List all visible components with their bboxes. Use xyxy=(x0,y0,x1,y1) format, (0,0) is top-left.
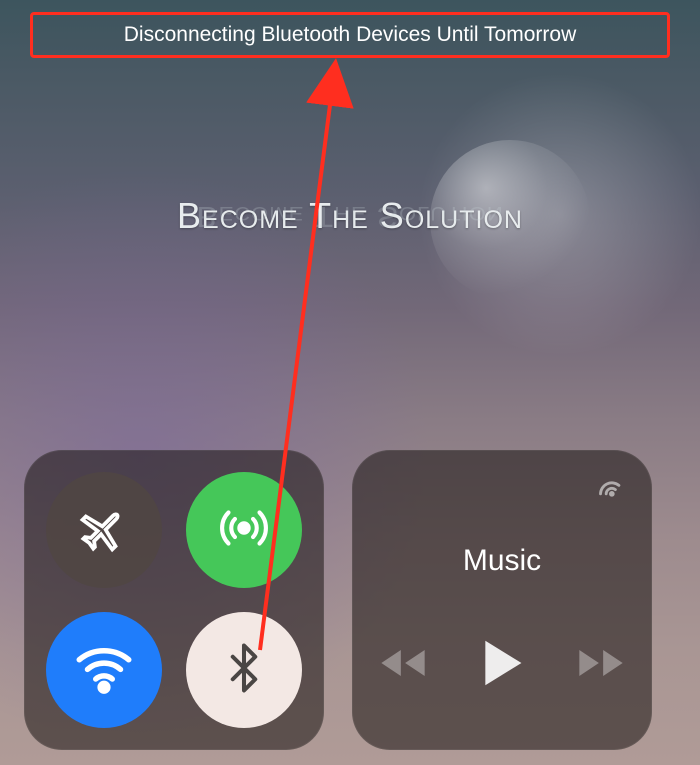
rewind-icon xyxy=(377,643,429,688)
wifi-icon xyxy=(71,635,137,706)
forward-button[interactable] xyxy=(575,643,627,688)
airplay-icon[interactable] xyxy=(592,474,626,513)
cellular-data-toggle[interactable] xyxy=(186,472,302,588)
connectivity-tile[interactable] xyxy=(24,450,324,750)
rewind-button[interactable] xyxy=(377,643,429,688)
play-icon xyxy=(479,638,525,693)
forward-icon xyxy=(575,643,627,688)
airplane-icon xyxy=(76,500,132,561)
bluetooth-toggle[interactable] xyxy=(186,612,302,728)
status-banner-text: Disconnecting Bluetooth Devices Until To… xyxy=(124,23,576,47)
status-banner: Disconnecting Bluetooth Devices Until To… xyxy=(30,12,670,58)
cellular-icon xyxy=(213,497,275,564)
play-button[interactable] xyxy=(479,638,525,693)
bluetooth-icon xyxy=(217,641,271,700)
wifi-toggle[interactable] xyxy=(46,612,162,728)
music-title: Music xyxy=(374,544,630,578)
music-tile[interactable]: Music xyxy=(352,450,652,750)
airplane-mode-toggle[interactable] xyxy=(46,472,162,588)
